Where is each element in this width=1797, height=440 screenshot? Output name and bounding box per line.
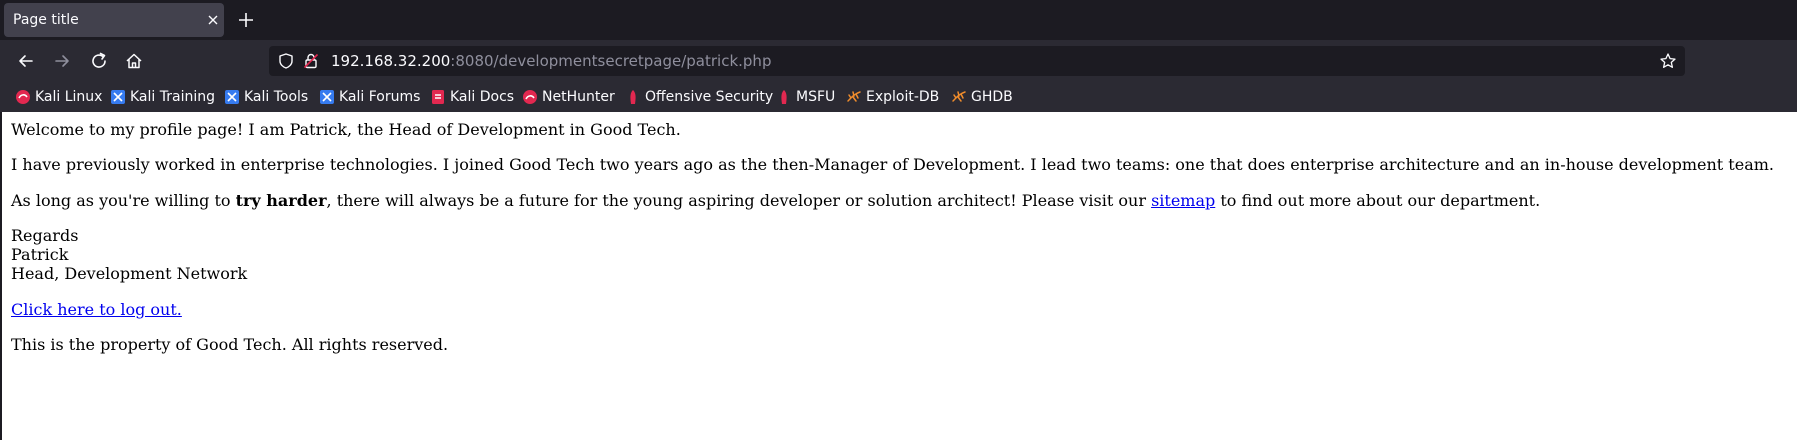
signature-role: Head, Development Network — [11, 264, 248, 283]
navigation-toolbar: 192.168.32.200:8080/developmentsecretpag… — [0, 40, 1797, 82]
bookmark-label: Kali Tools — [244, 89, 309, 105]
page-content: Welcome to my profile page! I am Patrick… — [0, 112, 1797, 440]
exploit-db-icon — [847, 91, 861, 102]
shield-icon[interactable] — [277, 52, 295, 70]
welcome-text: Welcome to my profile page! I am Patrick… — [11, 120, 681, 139]
plus-icon[interactable] — [235, 9, 257, 31]
reload-icon[interactable] — [88, 50, 110, 72]
bookmark-kali-tools[interactable]: Kali Tools — [224, 88, 308, 106]
arrow-right-icon[interactable] — [51, 50, 73, 72]
encourage-text: , there will always be a future for the … — [326, 191, 1152, 210]
bookmark-kali-forums[interactable]: Kali Forums — [319, 88, 420, 106]
background-text: I have previously worked in enterprise t… — [11, 155, 1774, 174]
bookmark-label: Kali Forums — [339, 89, 421, 105]
nethunter-icon — [523, 90, 537, 104]
bookmark-label: MSFU — [796, 89, 836, 105]
kali-docs-icon — [432, 90, 444, 104]
ghdb-icon — [952, 91, 966, 102]
bookmark-label: NetHunter — [542, 89, 615, 105]
kali-icon — [16, 90, 30, 104]
bookmark-label: Offensive Security — [645, 89, 774, 105]
url-host: 192.168.32.200 — [331, 52, 451, 70]
bookmark-label: Exploit-DB — [866, 89, 940, 105]
home-icon[interactable] — [123, 50, 145, 72]
bookmark-kali-linux[interactable]: Kali Linux — [15, 88, 102, 106]
arrow-left-icon[interactable] — [15, 50, 37, 72]
bookmark-kali-docs[interactable]: Kali Docs — [430, 88, 514, 106]
kali-forums-icon — [320, 90, 334, 104]
encourage-paragraph: As long as you're willing to try harder,… — [11, 191, 1540, 210]
bookmark-offensive-security[interactable]: Offensive Security — [625, 88, 773, 106]
bookmarks-toolbar: Kali Linux Kali Training Kali Tools Kali… — [0, 82, 1797, 112]
try-harder-text: try harder — [235, 191, 327, 210]
bookmark-label: Kali Linux — [35, 89, 103, 105]
url-text[interactable]: 192.168.32.200:8080/developmentsecretpag… — [331, 52, 771, 70]
msfu-icon — [781, 90, 787, 104]
encourage-text: to find out more about our department. — [1215, 191, 1541, 210]
bookmark-nethunter[interactable]: NetHunter — [522, 88, 615, 106]
logout-link[interactable]: Click here to log out. — [11, 300, 182, 319]
bookmark-kali-training[interactable]: Kali Training — [110, 88, 215, 106]
url-path: :8080/developmentsecretpage/patrick.php — [450, 52, 772, 70]
offsec-icon — [630, 90, 636, 104]
bookmark-label: Kali Training — [130, 89, 215, 105]
star-icon[interactable] — [1659, 52, 1677, 70]
bookmark-msfu[interactable]: MSFU — [776, 88, 835, 106]
tab-title: Page title — [13, 12, 79, 28]
signature-name: Patrick — [11, 245, 69, 264]
bookmark-label: GHDB — [971, 89, 1013, 105]
url-bar[interactable]: 192.168.32.200:8080/developmentsecretpag… — [269, 46, 1685, 76]
close-icon[interactable] — [203, 10, 223, 30]
kali-training-icon — [111, 90, 125, 104]
bookmark-ghdb[interactable]: GHDB — [951, 88, 1013, 106]
footer-text: This is the property of Good Tech. All r… — [11, 335, 449, 354]
bookmark-exploit-db[interactable]: Exploit-DB — [846, 88, 939, 106]
sitemap-link[interactable]: sitemap — [1151, 191, 1215, 210]
tab-strip: Page title — [0, 0, 1797, 40]
signature-regards: Regards — [11, 226, 79, 245]
kali-tools-icon — [225, 90, 239, 104]
bookmark-label: Kali Docs — [450, 89, 515, 105]
encourage-text: As long as you're willing to — [11, 191, 236, 210]
tab-active[interactable]: Page title — [4, 3, 224, 37]
insecure-lock-icon[interactable] — [302, 52, 320, 70]
logout-paragraph: Click here to log out. — [11, 300, 182, 319]
